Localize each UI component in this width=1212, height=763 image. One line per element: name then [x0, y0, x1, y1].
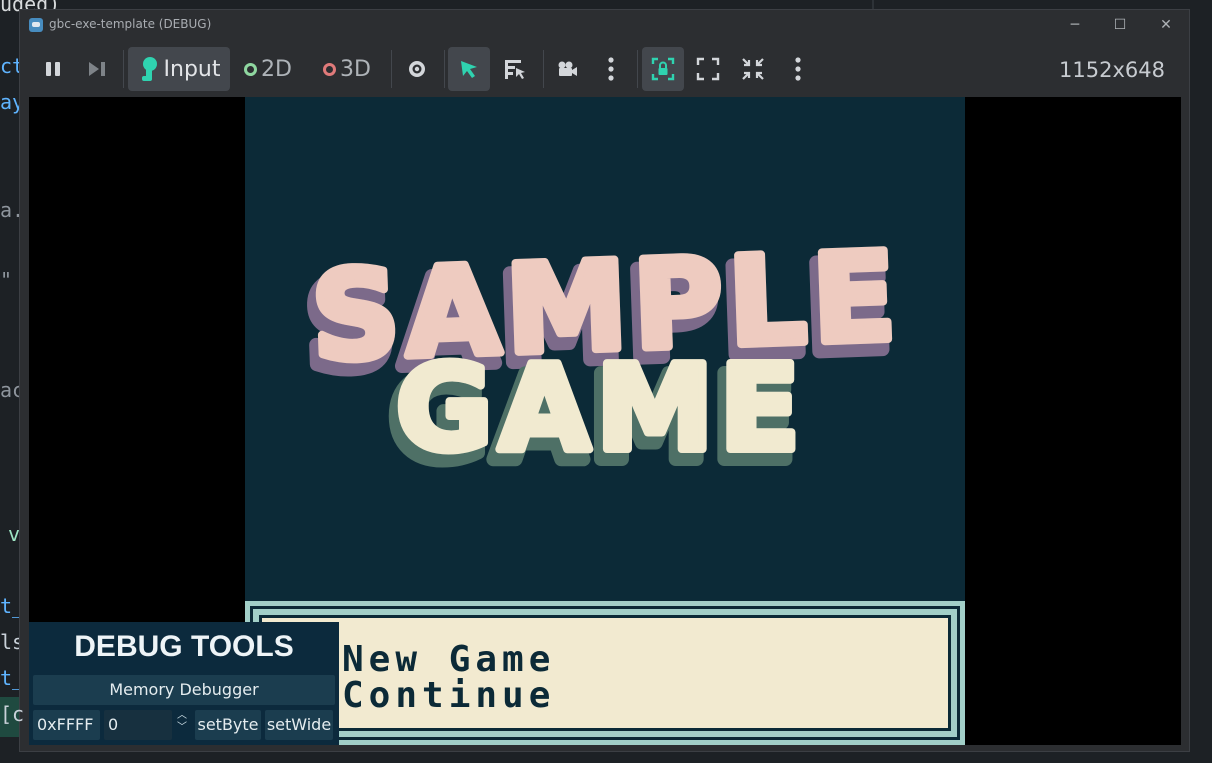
- menu-item-continue[interactable]: Continue: [342, 678, 555, 714]
- textbox-border: New Game Continue: [250, 606, 960, 740]
- toolbar-separator: [543, 50, 544, 88]
- mode-2d-button[interactable]: 2D: [236, 47, 300, 91]
- byte-value-field[interactable]: 0: [104, 710, 172, 740]
- resolution-readout: 1152x648: [1059, 58, 1165, 82]
- select-mode-button[interactable]: [448, 47, 490, 91]
- minimize-button[interactable]: ─: [1053, 12, 1097, 38]
- sample-game-logo: SAMPLE SAMPLE GAME GAME: [297, 222, 908, 494]
- mode-3d-label: 3D: [340, 56, 371, 82]
- next-frame-button[interactable]: [78, 47, 116, 91]
- camera-override-button[interactable]: [547, 47, 587, 91]
- maximize-button[interactable]: ☐: [1098, 12, 1142, 38]
- toolbar-separator: [637, 50, 638, 88]
- fullscreen-button[interactable]: [688, 47, 728, 91]
- stretch-button[interactable]: [733, 47, 773, 91]
- game-screen[interactable]: SAMPLE SAMPLE GAME GAME New Game Continu…: [245, 97, 965, 745]
- kebab-menu-icon: [795, 57, 801, 81]
- kebab-menu-icon: [608, 57, 614, 81]
- set-wide-button[interactable]: setWide: [265, 710, 333, 740]
- pointer-arrow-icon: [461, 61, 477, 78]
- toolbar-separator: [444, 50, 445, 88]
- keep-aspect-button[interactable]: [642, 47, 684, 91]
- visibility-button[interactable]: [397, 47, 437, 91]
- game-window: gbc-exe-template (DEBUG) ─ ☐ ✕ Input 2D …: [19, 9, 1190, 752]
- memory-debugger-button[interactable]: Memory Debugger: [33, 675, 335, 705]
- textbox-panel: New Game Continue: [259, 615, 951, 731]
- input-mode-label: Input: [163, 56, 221, 82]
- value-spinner[interactable]: ︿ ﹀: [175, 710, 189, 740]
- list-select-icon: [505, 60, 525, 79]
- more-options-button-2[interactable]: [780, 47, 816, 91]
- list-select-button[interactable]: [494, 47, 536, 91]
- background-code-fragment: ": [0, 268, 13, 292]
- movie-camera-icon: [558, 61, 577, 76]
- logo-line2: GAME: [396, 339, 806, 477]
- background-code-fragment: [c: [0, 702, 25, 726]
- pause-icon: [46, 62, 60, 76]
- debug-tools-title: DEBUG TOOLS: [74, 630, 294, 663]
- set-byte-button[interactable]: setByte: [195, 710, 261, 740]
- joystick-icon: [141, 57, 157, 81]
- 3d-node-icon: [323, 62, 337, 76]
- eye-icon: [409, 61, 425, 77]
- menu-textbox: New Game Continue: [245, 601, 965, 745]
- title-bar[interactable]: gbc-exe-template (DEBUG) ─ ☐ ✕: [20, 10, 1189, 40]
- window-title: gbc-exe-template (DEBUG): [49, 17, 212, 31]
- input-mode-button[interactable]: Input: [128, 47, 230, 91]
- compress-icon: [742, 58, 764, 80]
- debug-tools-panel: DEBUG TOOLS Memory Debugger 0xFFFF 0 ︿ ﹀…: [29, 622, 339, 745]
- close-button[interactable]: ✕: [1144, 12, 1188, 38]
- game-toolbar: Input 2D 3D 1152x648: [20, 40, 1189, 97]
- mode-2d-label: 2D: [261, 56, 292, 82]
- mode-3d-button[interactable]: 3D: [312, 47, 382, 91]
- menu-item-new-game[interactable]: New Game: [342, 642, 555, 678]
- toolbar-separator: [391, 50, 392, 88]
- game-viewport[interactable]: SAMPLE SAMPLE GAME GAME New Game Continu…: [29, 97, 1181, 745]
- godot-app-icon: [29, 18, 43, 32]
- spin-down-icon[interactable]: ﹀: [175, 722, 189, 734]
- expand-icon: [696, 57, 720, 81]
- pause-button[interactable]: [34, 47, 72, 91]
- toolbar-separator: [123, 50, 124, 88]
- spin-up-icon[interactable]: ︿: [175, 710, 189, 722]
- 2d-node-icon: [244, 62, 258, 76]
- aspect-lock-icon: [651, 57, 675, 81]
- more-options-button[interactable]: [593, 47, 629, 91]
- next-frame-icon: [89, 62, 105, 76]
- address-field[interactable]: 0xFFFF: [33, 710, 100, 740]
